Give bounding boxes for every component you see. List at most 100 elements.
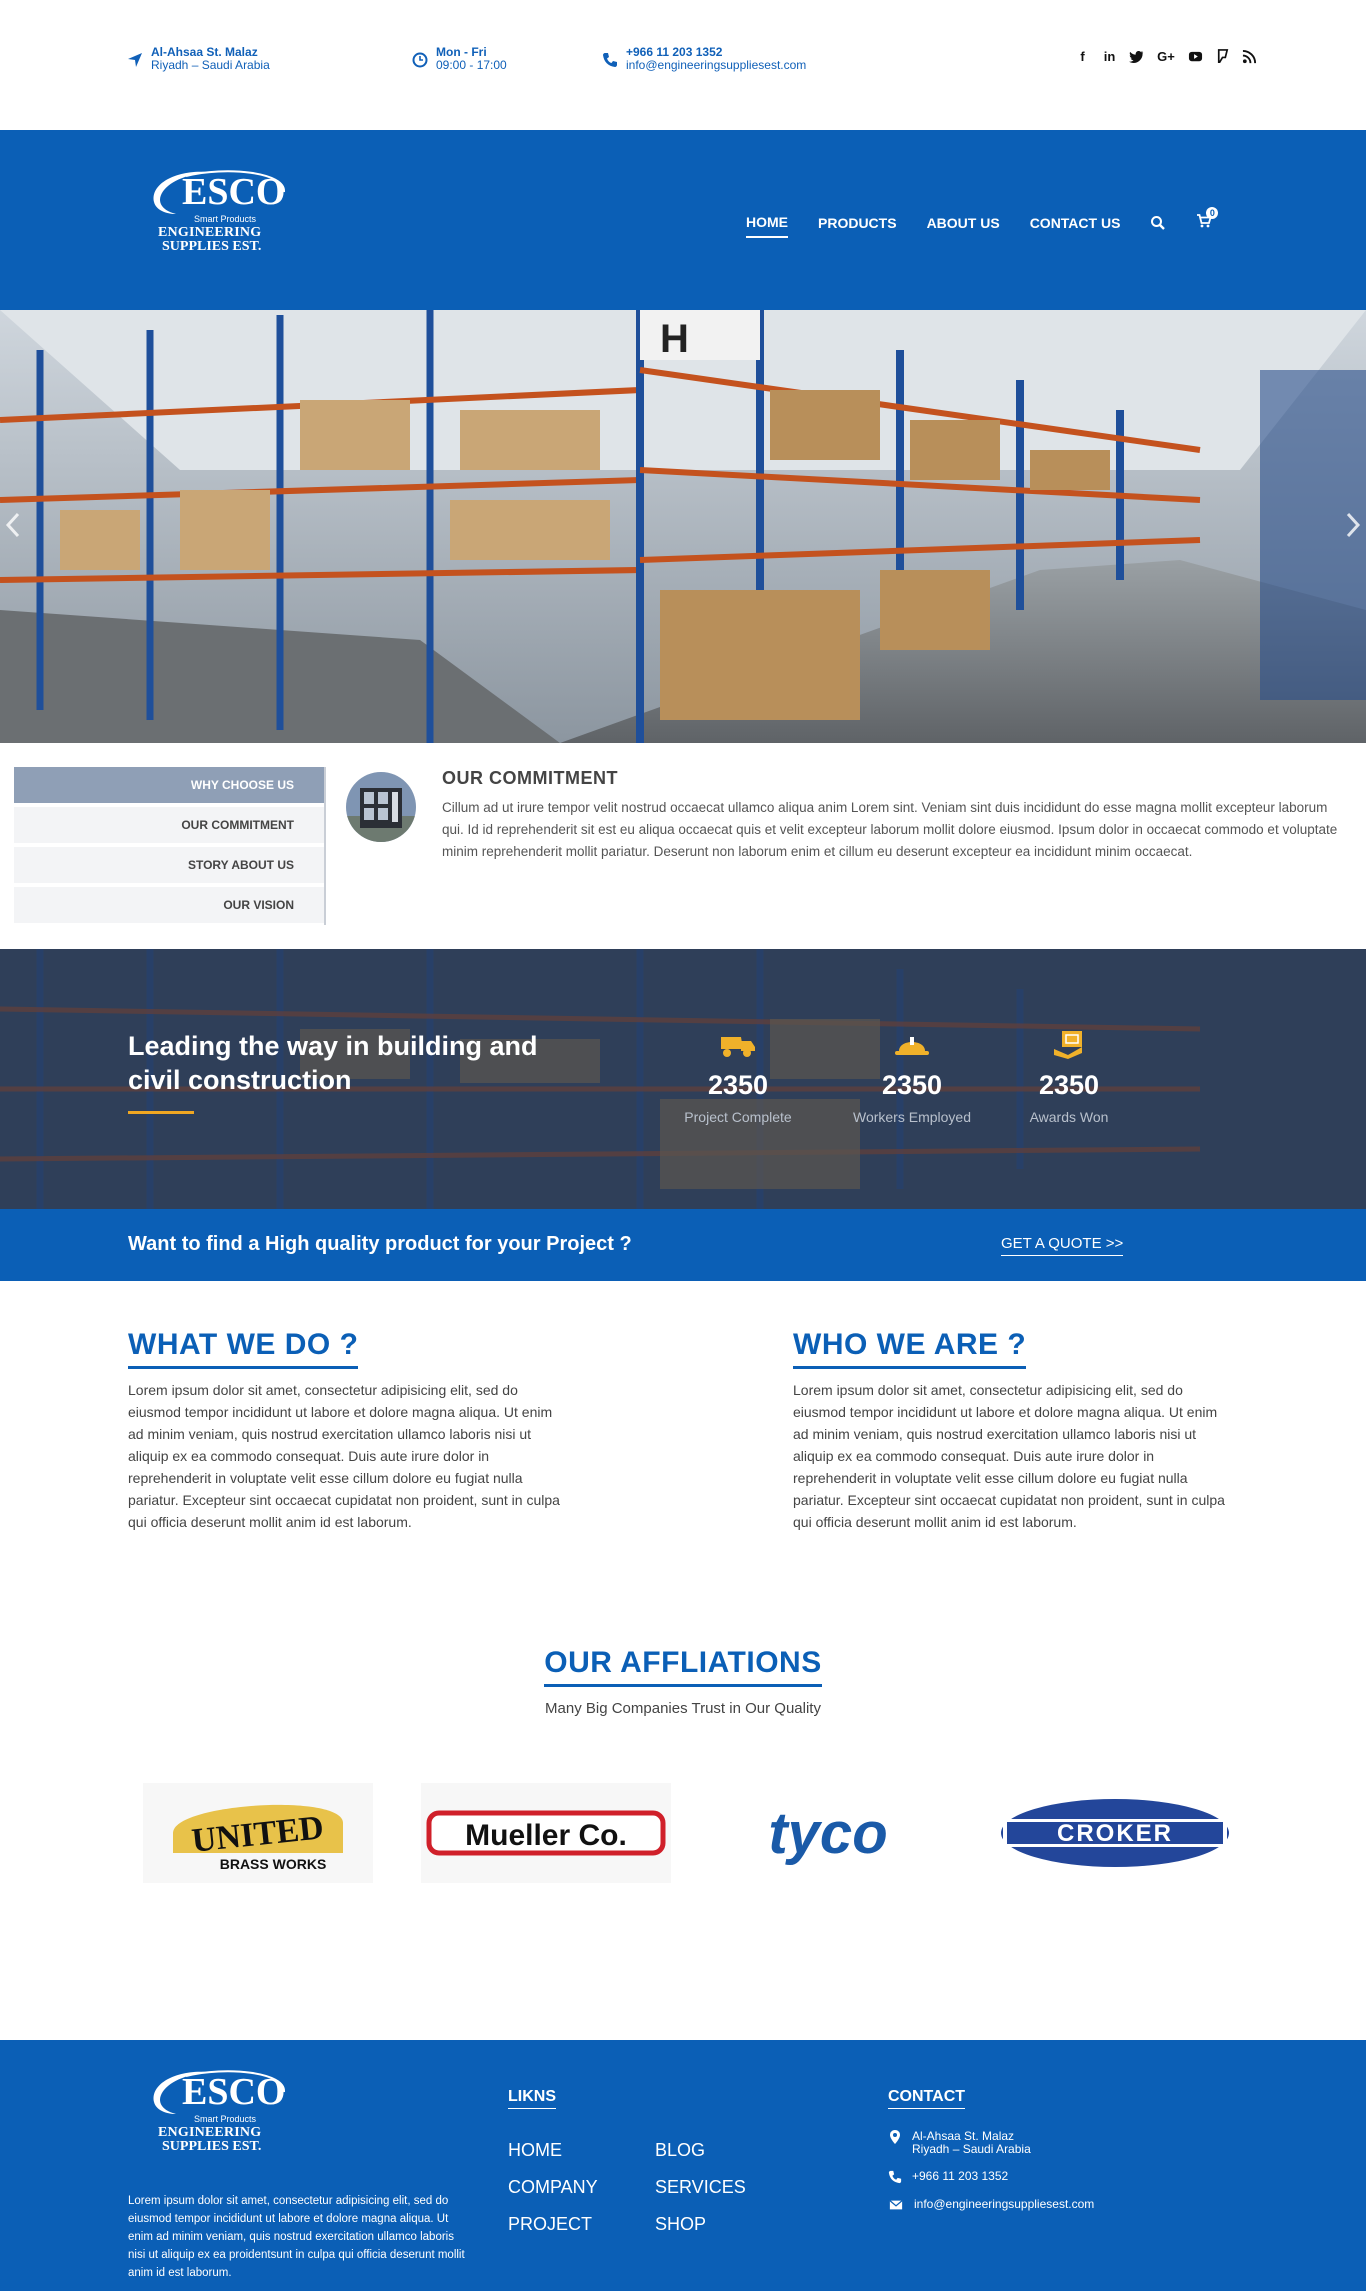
nav-home[interactable]: HOME <box>746 214 788 238</box>
affiliations-title: OUR AFFLIATIONS <box>544 1646 822 1687</box>
mueller-logo-graphic: Mueller Co. <box>421 1783 671 1883</box>
stat-value: 2350 <box>707 1070 769 1100</box>
stat-awards-won: 2350 Awards Won <box>1004 1029 1134 1125</box>
tab-our-commitment[interactable]: OUR COMMITMENT <box>14 807 324 843</box>
footer-link-project[interactable]: PROJECT <box>508 2206 598 2243</box>
footer-address: Al-Ahsaa St. Malaz Riyadh – Saudi Arabia <box>888 2130 1094 2156</box>
tab-our-vision[interactable]: OUR VISION <box>14 887 324 923</box>
footer-logo[interactable]: ESCO Smart Products ENGINEERING SUPPLIES… <box>146 2066 296 2176</box>
mueller-co-logo[interactable]: Mueller Co. <box>421 1783 671 1883</box>
topbar-hours: Mon - Fri 09:00 - 17:00 <box>412 46 507 72</box>
email-link[interactable]: info@engineeringsuppliesest.com <box>626 59 806 72</box>
hero-slider: H <box>0 310 1366 743</box>
main-header: ESCO Smart Products ENGINEERING SUPPLIES… <box>0 130 1366 310</box>
footer-contact: Al-Ahsaa St. Malaz Riyadh – Saudi Arabia… <box>888 2130 1094 2226</box>
chevron-left-icon <box>5 512 20 538</box>
footer-link-shop[interactable]: SHOP <box>655 2206 746 2243</box>
hard-hat-icon <box>895 1037 929 1055</box>
nav-about-us[interactable]: ABOUT US <box>927 215 1000 237</box>
stat-value: 2350 <box>881 1070 943 1100</box>
tyco-logo-name: tyco <box>768 1801 887 1866</box>
foursquare-icon[interactable] <box>1215 49 1230 64</box>
stats-title: Leading the way in building and civil co… <box>128 1031 538 1095</box>
footer-link-company[interactable]: COMPANY <box>508 2169 598 2206</box>
footer-contact-title: CONTACT <box>888 2088 966 2109</box>
tyco-logo[interactable]: tyco <box>713 1783 943 1883</box>
stat-label: Workers Employed <box>852 1109 971 1125</box>
mueller-logo-name: Mueller Co. <box>465 1819 627 1852</box>
commitment-building-image <box>346 772 416 842</box>
main-nav: HOME PRODUCTS ABOUT US CONTACT US 0 <box>746 206 1219 238</box>
top-info-bar: Al-Ahsaa St. Malaz Riyadh – Saudi Arabia… <box>0 0 1366 130</box>
logo-name: ESCO <box>182 171 286 213</box>
footer-email-link[interactable]: info@engineeringsuppliesest.com <box>914 2198 1094 2211</box>
nav-products[interactable]: PRODUCTS <box>818 215 897 237</box>
google-plus-icon[interactable]: G+ <box>1156 49 1176 64</box>
stat-value: 2350 <box>1038 1070 1100 1100</box>
footer-logo-line1: ENGINEERING <box>158 2125 262 2140</box>
nav-contact-us[interactable]: CONTACT US <box>1030 215 1121 237</box>
quote-band: Want to find a High quality product for … <box>0 1209 1366 1281</box>
footer-logo-name: ESCO <box>182 2071 286 2113</box>
youtube-icon[interactable] <box>1188 49 1203 64</box>
social-links: f in G+ <box>1075 49 1257 64</box>
affiliations-subtitle: Many Big Companies Trust in Our Quality <box>545 1700 821 1717</box>
stat-label: Project Complete <box>684 1109 792 1125</box>
site-footer: ESCO Smart Products ENGINEERING SUPPLIES… <box>0 2040 1366 2291</box>
cart-button[interactable]: 0 <box>1196 206 1219 234</box>
united-logo-sub: BRASS WORKS <box>220 1856 327 1872</box>
what-we-do-section: WHAT WE DO ? Lorem ipsum dolor sit amet,… <box>128 1328 563 1533</box>
footer-phone: +966 11 203 1352 <box>888 2170 1094 2184</box>
slider-prev-arrow[interactable] <box>4 510 22 540</box>
stat-project-complete: 2350 Project Complete <box>673 1029 803 1125</box>
linkedin-icon[interactable]: in <box>1102 49 1117 64</box>
affiliation-logos: UNITED BRASS WORKS Mueller Co. tyco CROK… <box>143 1783 1238 1883</box>
topbar-phone: +966 11 203 1352 info@engineeringsupplie… <box>602 46 806 72</box>
map-marker-icon <box>890 2130 900 2144</box>
croker-logo-name: CROKER <box>1057 1820 1173 1847</box>
footer-address-line2: Riyadh – Saudi Arabia <box>912 2142 1031 2156</box>
united-brass-works-logo[interactable]: UNITED BRASS WORKS <box>143 1783 373 1883</box>
footer-links-col2: BLOG SERVICES SHOP <box>655 2132 746 2243</box>
stats-title-underline <box>128 1111 194 1114</box>
chevron-right-icon <box>1346 512 1361 538</box>
rss-icon[interactable] <box>1242 49 1257 64</box>
tab-story-about-us[interactable]: STORY ABOUT US <box>14 847 324 883</box>
united-logo-graphic: UNITED BRASS WORKS <box>143 1783 373 1883</box>
location-arrow-icon <box>128 53 142 67</box>
stats-band: Leading the way in building and civil co… <box>0 949 1366 1209</box>
tyco-logo-graphic: tyco <box>713 1783 943 1883</box>
who-we-are-text: Lorem ipsum dolor sit amet, consectetur … <box>793 1382 1225 1530</box>
who-we-are-title: WHO WE ARE ? <box>793 1328 1027 1369</box>
facebook-icon[interactable]: f <box>1075 49 1090 64</box>
stat-label: Awards Won <box>1029 1109 1109 1125</box>
quote-text: Want to find a High quality product for … <box>128 1233 632 1255</box>
building-photo-icon <box>346 772 416 842</box>
footer-logo-line2: SUPPLIES EST. <box>162 2139 262 2154</box>
svg-text:H: H <box>660 317 689 361</box>
hero-warehouse-image: H <box>0 310 1366 743</box>
search-icon[interactable] <box>1150 215 1166 231</box>
site-logo[interactable]: ESCO Smart Products ENGINEERING SUPPLIES… <box>146 166 296 276</box>
get-quote-button[interactable]: GET A QUOTE >> <box>1001 1235 1124 1256</box>
footer-link-home[interactable]: HOME <box>508 2132 598 2169</box>
logo-line1: ENGINEERING <box>158 225 262 240</box>
tab-why-choose-us[interactable]: WHY CHOOSE US <box>14 767 324 803</box>
footer-email: info@engineeringsuppliesest.com <box>888 2198 1094 2212</box>
twitter-icon[interactable] <box>1129 49 1144 64</box>
what-we-do-title: WHAT WE DO ? <box>128 1328 359 1369</box>
who-we-are-section: WHO WE ARE ? Lorem ipsum dolor sit amet,… <box>793 1328 1228 1533</box>
award-certificate-icon <box>1054 1031 1082 1059</box>
cart-count-badge: 0 <box>1206 206 1219 219</box>
footer-about-text: Lorem ipsum dolor sit amet, consectetur … <box>128 2195 465 2279</box>
phone-icon <box>888 2170 902 2184</box>
footer-phone-number[interactable]: +966 11 203 1352 <box>912 2170 1008 2183</box>
footer-links-col1: HOME COMPANY PROJECT <box>508 2132 598 2243</box>
footer-link-services[interactable]: SERVICES <box>655 2169 746 2206</box>
slider-next-arrow[interactable] <box>1344 510 1362 540</box>
phone-icon <box>603 53 617 67</box>
what-we-do-text: Lorem ipsum dolor sit amet, consectetur … <box>128 1382 560 1530</box>
footer-link-blog[interactable]: BLOG <box>655 2132 746 2169</box>
commitment-title: OUR COMMITMENT <box>442 768 618 788</box>
croker-logo[interactable]: CROKER <box>995 1783 1235 1883</box>
